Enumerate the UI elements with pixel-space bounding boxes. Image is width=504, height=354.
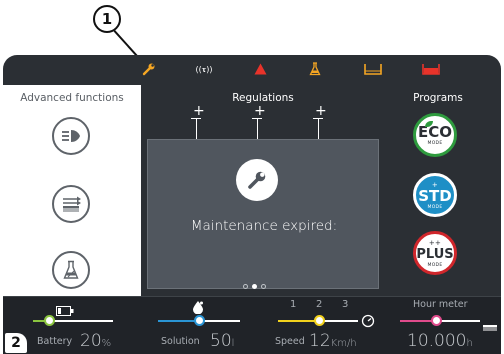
hour-meter-label: Hour meter [413, 299, 468, 310]
speed-tick-3: 3 [342, 299, 349, 310]
wrench-icon[interactable] [141, 61, 157, 77]
brush-icon [483, 317, 497, 336]
advanced-functions-panel: Advanced functions [3, 85, 141, 297]
wrench-icon [236, 159, 278, 201]
plus-mode-sub: MODE [427, 262, 443, 268]
speed-label: Speed [275, 336, 305, 347]
battery-icon [56, 301, 74, 320]
hour-meter-gauge-knob [430, 315, 442, 326]
flask-alert-icon [308, 61, 322, 77]
regulation-tick [318, 118, 319, 140]
regulation-plus-1[interactable]: + [193, 104, 205, 118]
readouts-bar: Battery 20% Solution 50l 1 2 3 Speed 12K… [3, 297, 501, 354]
solution-gauge-knob [193, 315, 205, 326]
brush-pressure-button[interactable] [52, 185, 90, 223]
status-bar: ((𝛕)) [3, 55, 501, 83]
plus-label: PLUS [416, 246, 454, 262]
eco-mode-button[interactable]: ECO MODE [413, 113, 457, 157]
speed-tick-2: 2 [316, 299, 323, 310]
annotation-callout-2: 2 [5, 333, 27, 353]
solution-value: 50l [210, 331, 235, 351]
page-dot[interactable] [261, 283, 266, 289]
detergent-button[interactable] [52, 251, 90, 289]
radio-signal-icon: ((𝛕)) [193, 61, 215, 77]
speedometer-icon [361, 313, 375, 332]
plus-prefix: ++ [428, 238, 442, 247]
maintenance-dialog[interactable]: Maintenance expired: [147, 139, 379, 289]
maintenance-message: Maintenance expired: [190, 218, 338, 234]
tank-empty-icon [363, 61, 383, 77]
battery-value: 20% [80, 331, 112, 351]
solution-label: Solution [161, 336, 200, 347]
control-panel-screen: ((𝛕)) Advanced functions Regulations + +… [3, 55, 501, 354]
std-label: STD [418, 186, 452, 205]
brush-pressure-icon [63, 196, 81, 212]
hour-meter-value: 10.000h [407, 331, 473, 351]
eco-mode-sub: MODE [427, 140, 443, 146]
headlight-icon [62, 130, 80, 142]
advanced-functions-title: Advanced functions [20, 92, 124, 104]
plus-mode-button[interactable]: ++ PLUS MODE [413, 231, 457, 275]
speed-gauge-knob [314, 315, 326, 326]
battery-label: Battery [37, 336, 73, 347]
programs-title: Programs [413, 92, 463, 104]
speed-tick-1: 1 [290, 299, 297, 310]
manual-figure: 1 ((𝛕)) Advanced functions Regulations +… [0, 0, 504, 354]
speed-value: 12Km/h [309, 331, 357, 351]
warning-triangle-icon [253, 61, 267, 77]
battery-gauge-knob [43, 315, 55, 326]
tank-full-icon [421, 61, 441, 77]
page-indicator [243, 281, 277, 291]
regulation-plus-2[interactable]: + [254, 104, 266, 118]
regulation-tick [196, 118, 197, 140]
svg-text:((𝛕)): ((𝛕)) [196, 65, 213, 74]
headlight-button[interactable] [52, 117, 90, 155]
std-mode-button[interactable]: + STD MODE [413, 173, 457, 217]
eco-label: ECO [417, 122, 452, 141]
std-mode-sub: MODE [427, 204, 443, 210]
regulation-plus-3[interactable]: + [315, 104, 327, 118]
page-dot-active[interactable] [252, 283, 257, 289]
regulation-tick [257, 118, 258, 140]
page-dot[interactable] [243, 283, 248, 289]
annotation-callout-1: 1 [93, 5, 121, 33]
detergent-flask-icon [63, 260, 79, 279]
